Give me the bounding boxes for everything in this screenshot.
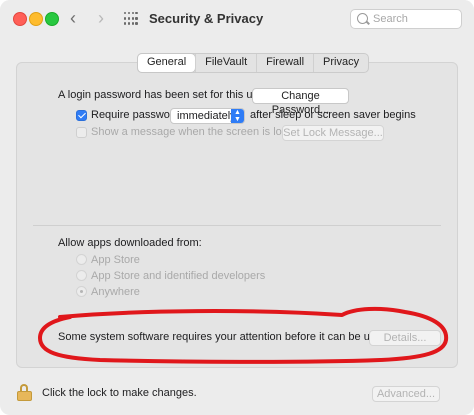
radio-anywhere[interactable] [76, 286, 87, 297]
search-placeholder: Search [373, 13, 408, 25]
search-icon [357, 13, 368, 24]
show-message-label: Show a message when the screen is locked [91, 126, 306, 138]
lock-text: Click the lock to make changes. [42, 387, 197, 399]
section-divider [33, 225, 441, 226]
tab-bar: General FileVault Firewall Privacy [137, 53, 370, 73]
up-down-arrows-icon: ▲ ▼ [231, 109, 244, 123]
security-privacy-window: ‹ › Security & Privacy Search General Fi… [0, 0, 474, 415]
advanced-button[interactable]: Advanced... [372, 386, 440, 402]
login-password-text: A login password has been set for this u… [58, 89, 268, 101]
close-button[interactable] [13, 12, 27, 26]
identified-developers-label: App Store and identified developers [91, 270, 266, 282]
allow-apps-label: Allow apps downloaded from: [58, 237, 202, 249]
password-delay-value: immediately [177, 110, 236, 122]
tab-firewall[interactable]: Firewall [256, 54, 313, 72]
title-bar: ‹ › Security & Privacy Search [0, 0, 474, 38]
radio-identified-developers[interactable] [76, 270, 87, 281]
grid-icon[interactable] [124, 12, 138, 26]
tab-filevault[interactable]: FileVault [195, 54, 256, 72]
set-lock-message-button[interactable]: Set Lock Message... [282, 125, 384, 141]
minimize-button[interactable] [29, 12, 43, 26]
tab-general[interactable]: General [138, 54, 196, 72]
app-store-label: App Store [91, 254, 140, 266]
window-title: Security & Privacy [149, 11, 264, 26]
change-password-button[interactable]: Change Password... [252, 88, 349, 116]
attention-text: Some system software requires your atten… [58, 331, 391, 343]
show-message-checkbox[interactable] [76, 127, 87, 138]
require-password-label: Require password [91, 109, 180, 121]
details-button[interactable]: Details... [369, 330, 441, 346]
lock-icon[interactable] [17, 384, 33, 401]
chevron-right-icon[interactable]: › [98, 8, 104, 28]
search-input[interactable]: Search [350, 9, 462, 29]
radio-app-store[interactable] [76, 254, 87, 265]
require-password-checkbox[interactable] [76, 110, 87, 121]
zoom-button[interactable] [45, 12, 59, 26]
after-sleep-text: after sleep or screen saver begins [250, 109, 416, 121]
anywhere-label: Anywhere [91, 286, 140, 298]
chevron-left-icon[interactable]: ‹ [70, 8, 76, 28]
tab-privacy[interactable]: Privacy [313, 54, 368, 72]
password-delay-popup[interactable]: immediately ▲ ▼ [170, 108, 245, 124]
